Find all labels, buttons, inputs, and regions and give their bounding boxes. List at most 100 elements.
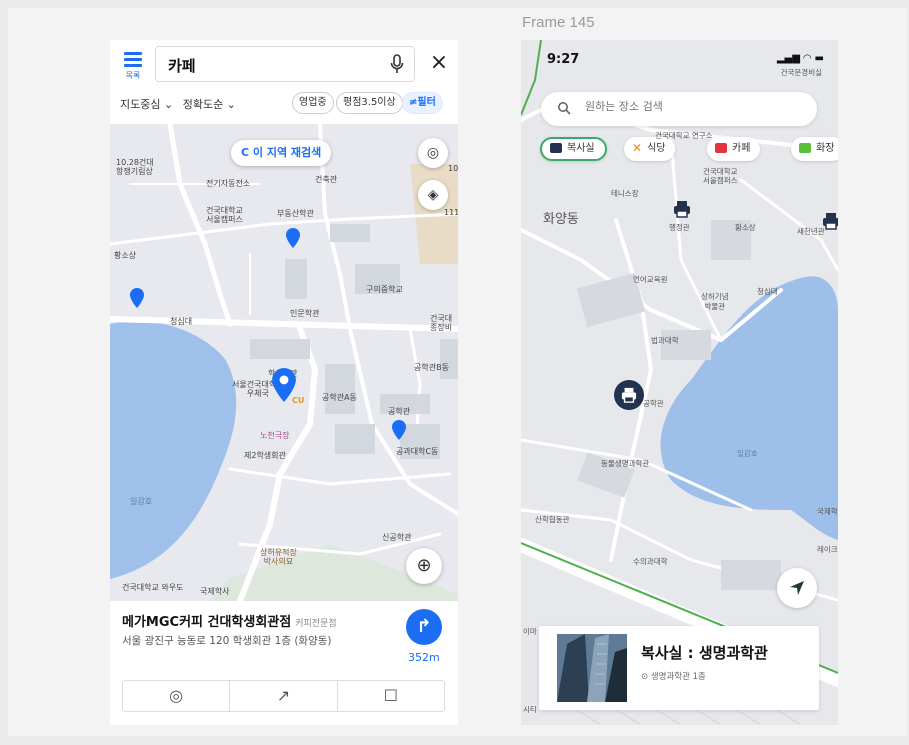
location-pin-icon[interactable]: ◎ (418, 138, 448, 168)
search-header: 목록 카페 × 지도중심 ⌄ 정확도순 ⌄ 영업중 평점3.5이상 ≠필터 (110, 40, 458, 124)
map-label: 산학협동관 (535, 515, 570, 524)
map-label: 언어교육원 (633, 275, 668, 284)
map-label: 동물생명과학관 (601, 459, 650, 468)
list-icon (124, 52, 142, 67)
map-label: 인문학관 (290, 309, 320, 318)
cafe-pin-icon[interactable] (286, 228, 300, 248)
navigation-arrow-icon[interactable] (777, 568, 817, 608)
map-label: 수의과대학 (633, 557, 668, 566)
map-label: 구의중학교 (366, 285, 403, 294)
place-info-panel[interactable]: 메가MGC커피 건대학생회관점 커피전문점 서울 광진구 능동로 120 학생회관… (110, 601, 458, 725)
map-background (110, 124, 458, 601)
map-label: 건축관 (315, 175, 338, 184)
place-address: 서울 광진구 능동로 120 학생회관 1층 (화양동) (122, 635, 332, 647)
search-value: 카페 (168, 57, 196, 75)
search-icon (558, 102, 571, 115)
cafe-pin-icon[interactable] (130, 288, 144, 308)
coffee-cup-icon (715, 143, 727, 153)
map-label: 화양동 (543, 212, 579, 227)
place-distance: 352m (408, 651, 440, 664)
chip-open-now[interactable]: 영업중 (292, 92, 334, 114)
map-label: 상허유적장 박사의묘 (260, 548, 297, 566)
map-view[interactable]: 10.28건대 항쟁기림상 전기자동전소 건축관 건국대학교 서울캠퍼스 부동산… (110, 124, 458, 601)
naver-map-screen: 목록 카페 × 지도중심 ⌄ 정확도순 ⌄ 영업중 평점3.5이상 ≠필터 10… (110, 40, 458, 725)
restroom-icon (799, 143, 811, 153)
map-label: 111 (444, 208, 458, 217)
map-label: 건국대학교 서울캠퍼스 (703, 167, 738, 185)
search-input[interactable] (583, 99, 787, 114)
map-label: 건국대학교 연구소 (655, 131, 713, 140)
map-label: 10 (448, 164, 458, 173)
cafe-pin-icon[interactable] (392, 420, 406, 440)
layers-icon[interactable]: ◈ (418, 180, 448, 210)
map-label: 건국대학교 와우도 (122, 583, 184, 592)
printer-marker-icon[interactable] (823, 212, 838, 230)
place-category: 커피전문점 (295, 619, 337, 629)
map-label: 시티 (523, 705, 537, 714)
map-label: 건국문경비실 (780, 68, 822, 77)
place-photo (557, 634, 627, 702)
selected-printer-marker-icon[interactable] (614, 380, 644, 410)
map-label: 건국대학교 서울캠퍼스 (206, 206, 243, 224)
category-chip-restroom[interactable]: 화장 (791, 137, 838, 161)
map-label: 제2학생회관 (244, 451, 286, 460)
sort-options: 지도중심 ⌄ 정확도순 ⌄ (120, 96, 242, 112)
fork-knife-icon: ✕ (632, 141, 643, 155)
search-bar[interactable] (541, 92, 817, 126)
map-label: 일감호 (130, 497, 153, 506)
printer-marker-icon[interactable] (674, 200, 690, 218)
map-label: 일감호 (737, 449, 758, 458)
map-label: 공과대학C동 (396, 447, 439, 456)
map-label: 공학관 (388, 407, 411, 416)
map-label: 행정관 (669, 223, 690, 232)
frame-label: Frame 145 (522, 14, 595, 31)
map-label: 공학관 (643, 399, 664, 408)
map-label: 이마 (523, 627, 537, 636)
search-input[interactable]: 카페 (155, 46, 415, 82)
map-label: 새천년관 (797, 227, 825, 236)
current-location-icon[interactable]: ⊕ (406, 548, 442, 584)
list-label: 목록 (125, 71, 141, 80)
directions-button[interactable]: ↱ (406, 609, 442, 645)
bookmark-icon[interactable]: ☐ (338, 681, 444, 711)
place-name[interactable]: 메가MGC커피 건대학생회관점 커피전문점 (122, 611, 337, 630)
rescan-area-button[interactable]: C 이 지역 재검색 (231, 140, 332, 166)
selected-cafe-pin-icon[interactable] (272, 368, 296, 402)
map-label: 공학관B동 (414, 363, 449, 372)
close-icon[interactable]: × (428, 52, 450, 75)
sort-accuracy[interactable]: 정확도순 ⌄ (183, 98, 236, 111)
map-label: 전기자동전소 (206, 179, 251, 188)
map-label: 레이크 (817, 545, 838, 554)
location-pin-icon: ⊙ (641, 672, 651, 682)
map-label: 테니스장 (611, 189, 639, 198)
category-chip-copy-room[interactable]: 복사실 (540, 137, 607, 161)
map-label: 황소상 (735, 223, 756, 232)
printer-icon (550, 143, 562, 153)
place-card[interactable]: 복사실 : 생명과학관 ⊙ 생명과학관 1층 (539, 626, 819, 710)
map-label: 청심대 (757, 287, 778, 296)
map-label: 공학관A동 (322, 393, 357, 402)
share-icon[interactable]: ↗ (230, 681, 338, 711)
map-label: 건국대 종장비 (430, 314, 453, 332)
map-label: 황소상 (114, 251, 137, 260)
map-label: 국제학 (817, 507, 838, 516)
chip-rating[interactable]: 평점3.5이상 (336, 92, 403, 114)
category-chip-cafe[interactable]: 카페 (707, 137, 761, 161)
map-label: 법과대학 (651, 336, 679, 345)
status-icons: ▂▄▆ ◠ ▬ (776, 53, 824, 64)
action-bar: ◎ ↗ ☐ (122, 680, 445, 712)
sort-map-center[interactable]: 지도중심 ⌄ (120, 98, 173, 111)
map-label: 노천극장 (260, 431, 290, 440)
list-button[interactable]: 목록 (120, 50, 146, 84)
map-label: 청심대 (170, 317, 193, 326)
campus-map-screen: 9:27 ▂▄▆ ◠ ▬ 건국문경비실 복사실 ✕식당 카페 화장 화양동 테니… (521, 40, 838, 725)
map-label: 부동산학관 (277, 209, 314, 218)
microphone-icon[interactable] (390, 54, 404, 74)
location-icon[interactable]: ◎ (123, 681, 231, 711)
map-label: 상허기념 박물관 (701, 292, 729, 311)
map-label: 신공학관 (382, 533, 412, 542)
place-title: 복사실 : 생명과학관 (641, 644, 768, 662)
filter-button[interactable]: ≠필터 (402, 92, 443, 114)
map-label: 10.28건대 항쟁기림상 (116, 158, 154, 176)
status-time: 9:27 (547, 52, 580, 67)
